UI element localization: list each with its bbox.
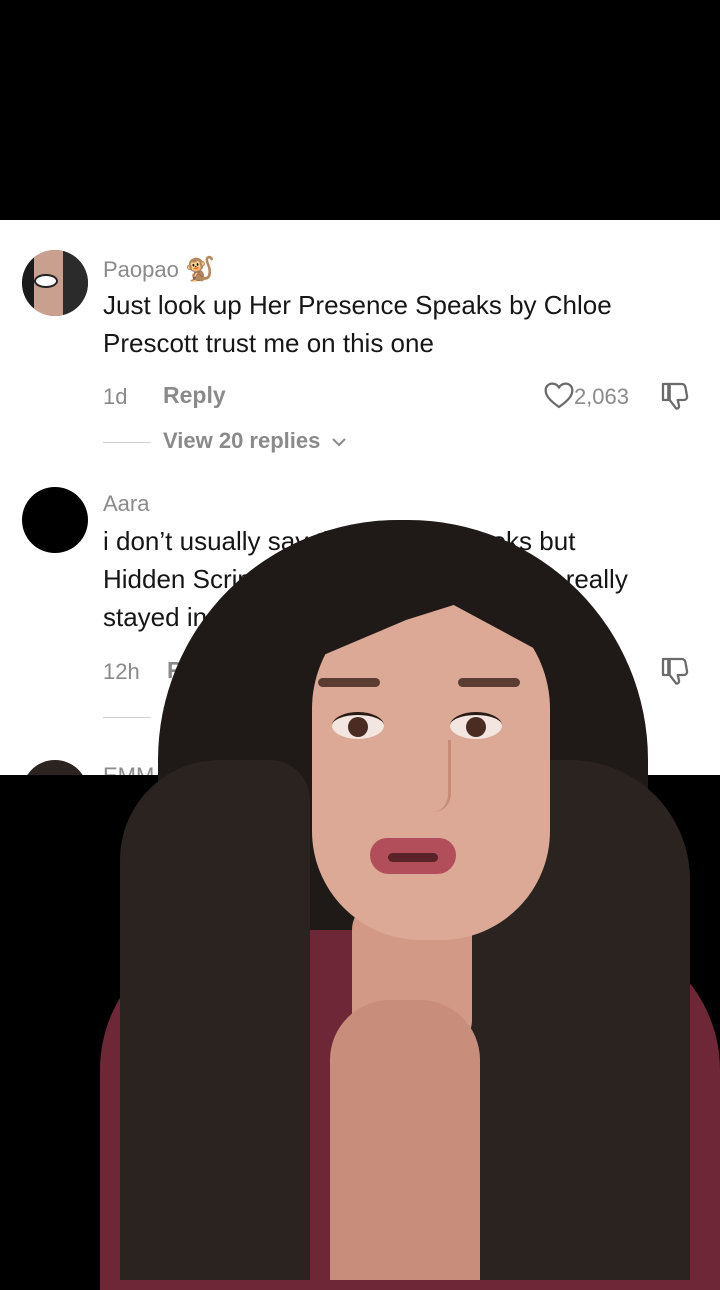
like-count: 594 xyxy=(592,659,629,684)
comment-username[interactable]: Paopao 🐒 xyxy=(103,255,215,284)
comment-text: Just look up Her Presence Speaks by Chlo… xyxy=(103,290,612,358)
chevron-down-icon xyxy=(331,438,346,447)
dislike-icon[interactable] xyxy=(659,380,691,412)
like-count: 2,063 xyxy=(573,384,629,409)
divider-line xyxy=(103,716,151,718)
comment-username[interactable]: EMMA xyxy=(103,763,169,775)
monkey-emoji: 🐒 xyxy=(184,256,215,283)
comment-meta: 1d Reply 2,063 xyxy=(103,380,703,414)
reply-button[interactable]: Reply xyxy=(167,657,230,684)
comment-text: i don’t usually say th ooks but Hidden Sc… xyxy=(103,526,628,632)
view-replies-button[interactable]: View 20 replies xyxy=(103,428,347,454)
avatar[interactable] xyxy=(22,250,88,316)
view-replies-button[interactable]: View 20 xyxy=(103,703,243,729)
reply-button[interactable]: Reply xyxy=(163,382,226,409)
video-top-band xyxy=(0,0,720,220)
avatar[interactable] xyxy=(22,487,88,553)
comment-username[interactable]: Aara xyxy=(103,491,149,517)
comment-meta: 12h Reply 594 xyxy=(103,655,703,689)
comments-panel[interactable]: Paopao 🐒 Just look up Her Presence Speak… xyxy=(0,220,720,775)
comment-time: 12h xyxy=(103,659,140,684)
divider-line xyxy=(103,441,151,443)
video-bottom-band xyxy=(0,775,720,1280)
heart-icon[interactable] xyxy=(543,380,575,410)
avatar[interactable] xyxy=(22,760,88,775)
dislike-icon[interactable] xyxy=(659,655,691,687)
comment-time: 1d xyxy=(103,384,128,409)
